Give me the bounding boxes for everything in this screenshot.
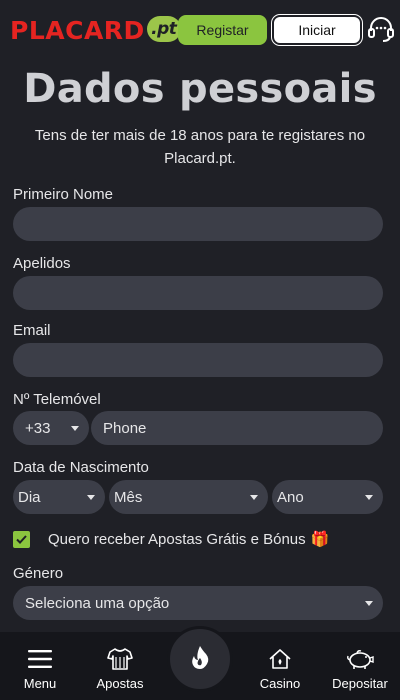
chevron-down-icon [250,495,258,500]
gender-value: Seleciona uma opção [25,594,170,612]
nav-deposit-label: Depositar [332,676,388,691]
register-button[interactable]: Registar [178,15,267,45]
last-name-input[interactable] [13,276,383,310]
chevron-down-icon [87,495,95,500]
country-code-select[interactable]: +33 [13,411,89,445]
email-label: Email [13,322,51,339]
headset-icon[interactable] [366,15,396,45]
day-value: Dia [18,488,41,506]
day-select[interactable]: Dia [13,480,105,514]
gift-icon: 🎁 [310,531,330,548]
birth-date-label: Data de Nascimento [13,459,149,476]
logo-badge: .pt [146,16,181,42]
country-code-value: +33 [25,419,51,437]
month-value: Mês [114,488,143,506]
nav-casino[interactable]: Casino [240,632,320,700]
login-button[interactable]: Iniciar [272,15,362,45]
phone-label: Nº Telemóvel [13,391,101,408]
placard-logo[interactable]: PLACARD .pt [10,16,181,45]
phone-input[interactable]: Phone [91,411,383,445]
promo-checkbox[interactable] [13,531,30,548]
promo-label[interactable]: Quero receber Apostas Grátis e Bónus 🎁 [48,530,330,549]
nav-deposit[interactable]: Depositar [320,632,400,700]
jersey-icon [107,646,133,672]
phone-placeholder: Phone [103,419,147,437]
logo-text: PLACARD [10,15,145,45]
nav-menu-label: Menu [23,676,57,691]
first-name-label: Primeiro Nome [13,186,114,203]
checkmark-icon [16,535,27,544]
gender-label: Género [13,565,64,582]
chevron-down-icon [365,495,373,500]
house-icon [268,646,292,672]
page-title: Dados pessoais [23,66,377,112]
nav-bets-label: Apostas [96,676,144,691]
nav-live-button[interactable] [167,626,233,692]
email-input[interactable] [13,343,383,377]
flame-icon [189,644,211,675]
nav-menu[interactable]: Menu [0,632,80,700]
logo-suffix: .pt [151,19,177,39]
chevron-down-icon [71,426,79,431]
piggy-bank-icon [346,646,374,672]
year-select[interactable]: Ano [272,480,383,514]
age-notice: Tens de ter mais de 18 anos para te regi… [34,127,366,167]
promo-text: Quero receber Apostas Grátis e Bónus [48,530,306,548]
first-name-input[interactable] [13,207,383,241]
last-name-label: Apelidos [13,255,71,272]
year-value: Ano [277,488,304,506]
nav-casino-label: Casino [259,676,301,691]
month-select[interactable]: Mês [109,480,268,514]
chevron-down-icon [365,601,373,606]
hamburger-icon [27,646,53,672]
nav-bets[interactable]: Apostas [80,632,160,700]
gender-select[interactable]: Seleciona uma opção [13,586,383,620]
